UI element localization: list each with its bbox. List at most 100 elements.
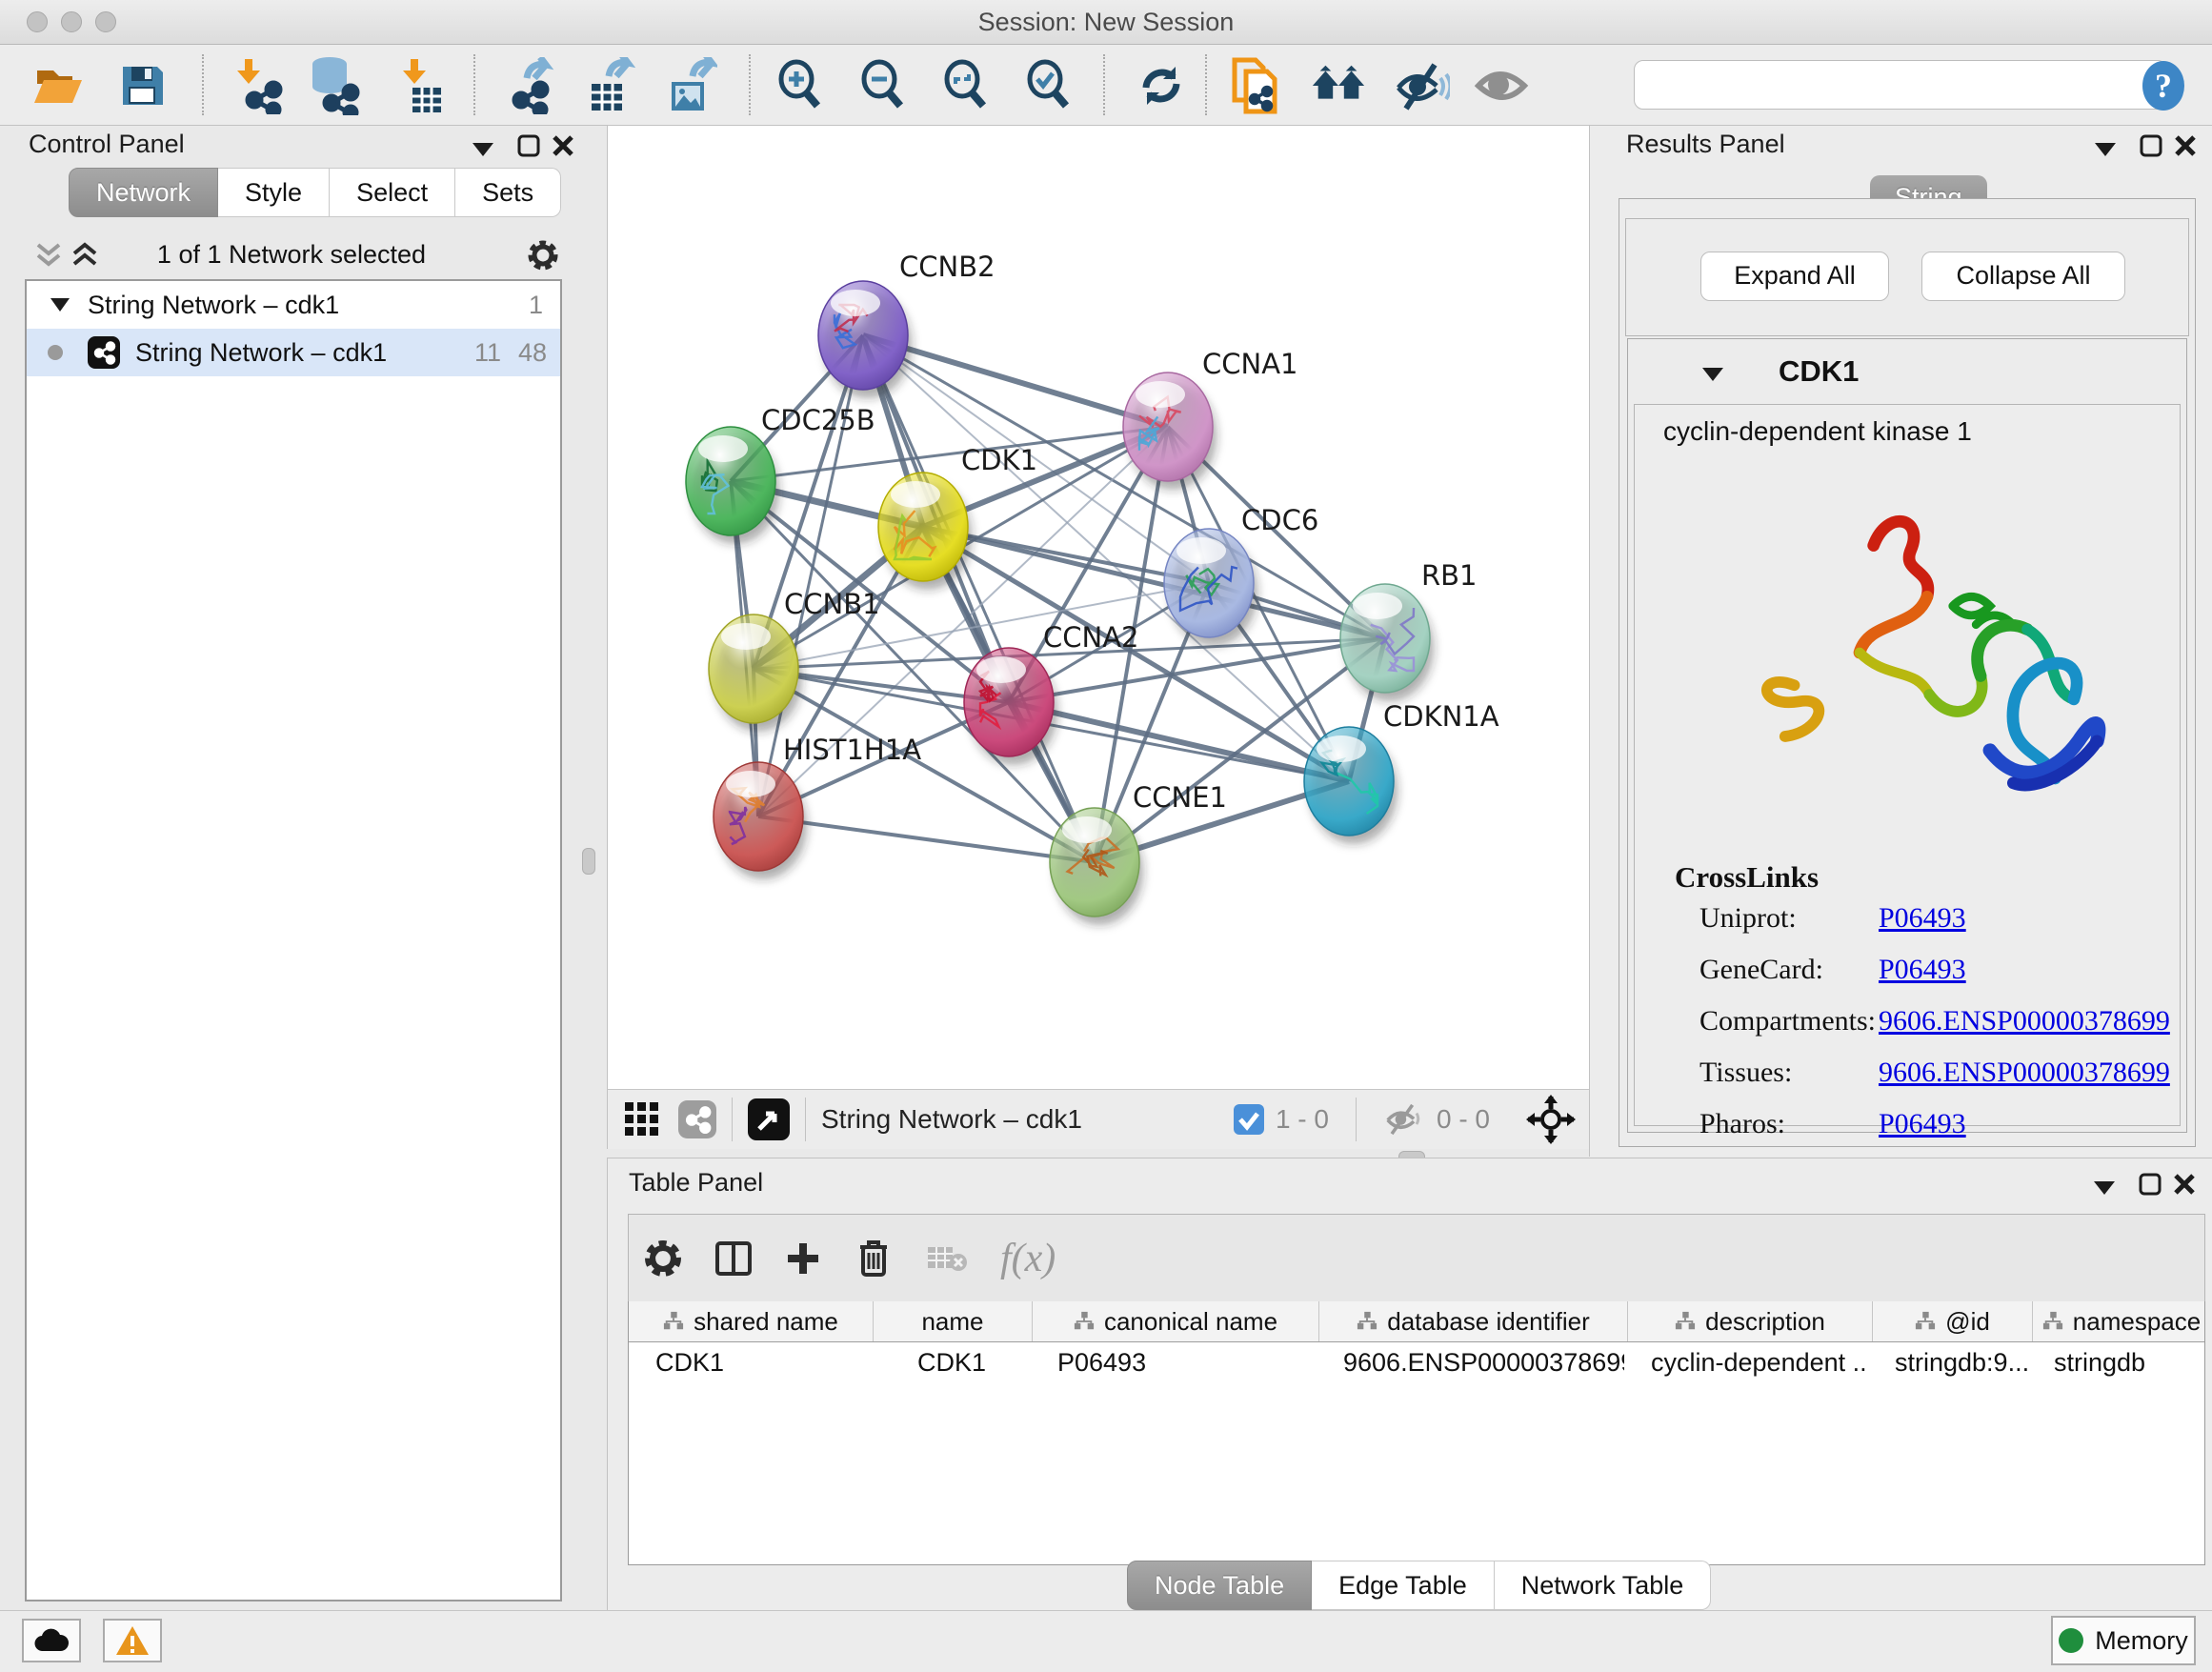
- svg-text:?: ?: [2155, 67, 2172, 105]
- hide-selected-icon[interactable]: [1392, 56, 1451, 115]
- memory-button[interactable]: Memory: [2051, 1616, 2196, 1665]
- pan-crosshair-icon[interactable]: [1526, 1095, 1576, 1144]
- table-cell-description[interactable]: cyclin-dependent ...: [1624, 1342, 1868, 1384]
- network-collection-row[interactable]: String Network – cdk1 1: [27, 281, 560, 329]
- close-panel-icon[interactable]: [2173, 133, 2198, 158]
- node-label-RB1: RB1: [1421, 559, 1478, 592]
- expand-all-button[interactable]: Expand All: [1700, 252, 1889, 301]
- tab-sets[interactable]: Sets: [455, 168, 561, 217]
- tab-style[interactable]: Style: [218, 168, 330, 217]
- crosslink-link[interactable]: P06493: [1879, 902, 1966, 935]
- zoom-fit-icon[interactable]: [937, 56, 996, 115]
- first-neighbors-icon[interactable]: [1309, 56, 1368, 115]
- node-HIST1H1A[interactable]: [714, 762, 807, 879]
- tab-select[interactable]: Select: [330, 168, 455, 217]
- node-CCNA2[interactable]: [964, 648, 1057, 765]
- zoom-in-icon[interactable]: [772, 56, 831, 115]
- column-header-canonical-name[interactable]: canonical name: [1033, 1301, 1319, 1341]
- table-cell-namespace[interactable]: stringdb: [2027, 1342, 2204, 1384]
- float-panel-icon[interactable]: [2139, 133, 2163, 158]
- crosslink-link[interactable]: P06493: [1879, 1108, 1966, 1140]
- node-RB1[interactable]: [1340, 584, 1434, 701]
- float-panel-icon[interactable]: [2138, 1172, 2162, 1197]
- column-header-shared-name[interactable]: shared name: [629, 1301, 874, 1341]
- zoom-out-icon[interactable]: [855, 56, 914, 115]
- toolbar-separator: [473, 54, 475, 115]
- network-canvas[interactable]: CCNB2CCNA1CDC25BCDK1CDC6RB1CCNB1CCNA2CDK…: [607, 126, 1589, 1089]
- table-settings-gear-icon[interactable]: [642, 1238, 684, 1279]
- table-row[interactable]: CDK1CDK1P064939606.ENSP00000378699cyclin…: [629, 1342, 2204, 1384]
- node-CCNB2[interactable]: [818, 281, 912, 398]
- crosslink-link[interactable]: 9606.ENSP00000378699: [1879, 1005, 2170, 1037]
- tab-network[interactable]: Network: [69, 168, 218, 217]
- edge-CCNB2-CCNE1[interactable]: [863, 335, 1095, 862]
- zoom-selected-icon[interactable]: [1020, 56, 1079, 115]
- crosslink-link[interactable]: P06493: [1879, 954, 1966, 986]
- tab-edge-table[interactable]: Edge Table: [1312, 1561, 1495, 1610]
- column-type-icon: [663, 1311, 684, 1332]
- gear-icon[interactable]: [526, 238, 560, 272]
- column-header-namespace[interactable]: namespace: [2033, 1301, 2205, 1341]
- refresh-layout-icon[interactable]: [1132, 56, 1191, 115]
- node-CCNA1[interactable]: [1123, 373, 1217, 490]
- column-header--id[interactable]: @id: [1873, 1301, 2033, 1341]
- open-file-icon[interactable]: [29, 56, 88, 115]
- close-panel-icon[interactable]: [551, 133, 575, 158]
- column-header-name[interactable]: name: [874, 1301, 1033, 1341]
- panel-menu-icon[interactable]: [2093, 141, 2118, 158]
- network-row[interactable]: String Network – cdk1 11 48: [27, 329, 560, 376]
- collapse-all-button[interactable]: Collapse All: [1921, 252, 2125, 301]
- delete-table-icon[interactable]: [926, 1243, 968, 1274]
- column-header-description[interactable]: description: [1628, 1301, 1873, 1341]
- collection-expander-icon[interactable]: [50, 297, 70, 312]
- panel-menu-icon[interactable]: [471, 141, 495, 158]
- node-CCNB1[interactable]: [709, 614, 802, 732]
- function-builder-icon[interactable]: f(x): [1000, 1236, 1056, 1281]
- node-CDKN1A[interactable]: [1304, 727, 1398, 844]
- edge-CCNA2-CDKN1A[interactable]: [1009, 702, 1349, 781]
- node-CCNE1[interactable]: [1050, 808, 1143, 925]
- export-network-icon[interactable]: [499, 56, 558, 115]
- node-label-HIST1H1A: HIST1H1A: [783, 734, 921, 766]
- search-input[interactable]: [1634, 60, 2167, 110]
- help-icon[interactable]: ?: [2134, 56, 2193, 115]
- column-type-icon: [1915, 1311, 1936, 1332]
- vertical-splitter-handle[interactable]: [582, 848, 595, 875]
- create-column-icon[interactable]: [785, 1240, 821, 1277]
- table-cell-canonical-name[interactable]: P06493: [1031, 1342, 1317, 1384]
- import-network-database-icon[interactable]: [305, 56, 364, 115]
- clone-network-icon[interactable]: [1226, 56, 1285, 115]
- export-image-icon[interactable]: [659, 56, 718, 115]
- tab-node-table[interactable]: Node Table: [1127, 1561, 1312, 1610]
- tab-network-table[interactable]: Network Table: [1495, 1561, 1712, 1610]
- grid-view-icon[interactable]: [623, 1100, 661, 1138]
- edge-HIST1H1A-CCNE1[interactable]: [758, 816, 1095, 862]
- delete-column-trash-icon[interactable]: [855, 1239, 892, 1279]
- save-session-icon[interactable]: [112, 56, 171, 115]
- export-table-icon[interactable]: [577, 56, 636, 115]
- warning-status-button[interactable]: [103, 1619, 162, 1662]
- node-CDK1[interactable]: [878, 473, 972, 590]
- birds-eye-view-icon[interactable]: [748, 1098, 790, 1140]
- float-panel-icon[interactable]: [516, 133, 541, 158]
- import-network-file-icon[interactable]: [231, 56, 290, 115]
- crosslink-row: Tissues:9606.ENSP00000378699: [1673, 1057, 2168, 1108]
- crosslink-link[interactable]: 9606.ENSP00000378699: [1879, 1057, 2170, 1089]
- node-CDC6[interactable]: [1164, 529, 1257, 646]
- network-view-icon[interactable]: [678, 1100, 716, 1138]
- cloud-status-button[interactable]: [22, 1619, 81, 1662]
- section-expander-icon[interactable]: [1700, 366, 1725, 383]
- table-cell-database-identifier[interactable]: 9606.ENSP00000378699: [1317, 1342, 1624, 1384]
- show-all-icon[interactable]: [1472, 56, 1531, 115]
- table-cell-shared-name[interactable]: CDK1: [629, 1342, 873, 1384]
- column-header-database-identifier[interactable]: database identifier: [1319, 1301, 1628, 1341]
- selected-node-edge-counts: 1 - 0: [1276, 1104, 1329, 1135]
- show-columns-icon[interactable]: [714, 1239, 753, 1278]
- table-cell--id[interactable]: stringdb:9...: [1868, 1342, 2027, 1384]
- panel-menu-icon[interactable]: [2092, 1179, 2117, 1197]
- column-label: description: [1705, 1307, 1825, 1337]
- table-cell-name[interactable]: CDK1: [873, 1342, 1031, 1384]
- selected-checkbox-icon[interactable]: [1234, 1104, 1264, 1135]
- import-table-file-icon[interactable]: [392, 56, 452, 115]
- close-panel-icon[interactable]: [2172, 1172, 2197, 1197]
